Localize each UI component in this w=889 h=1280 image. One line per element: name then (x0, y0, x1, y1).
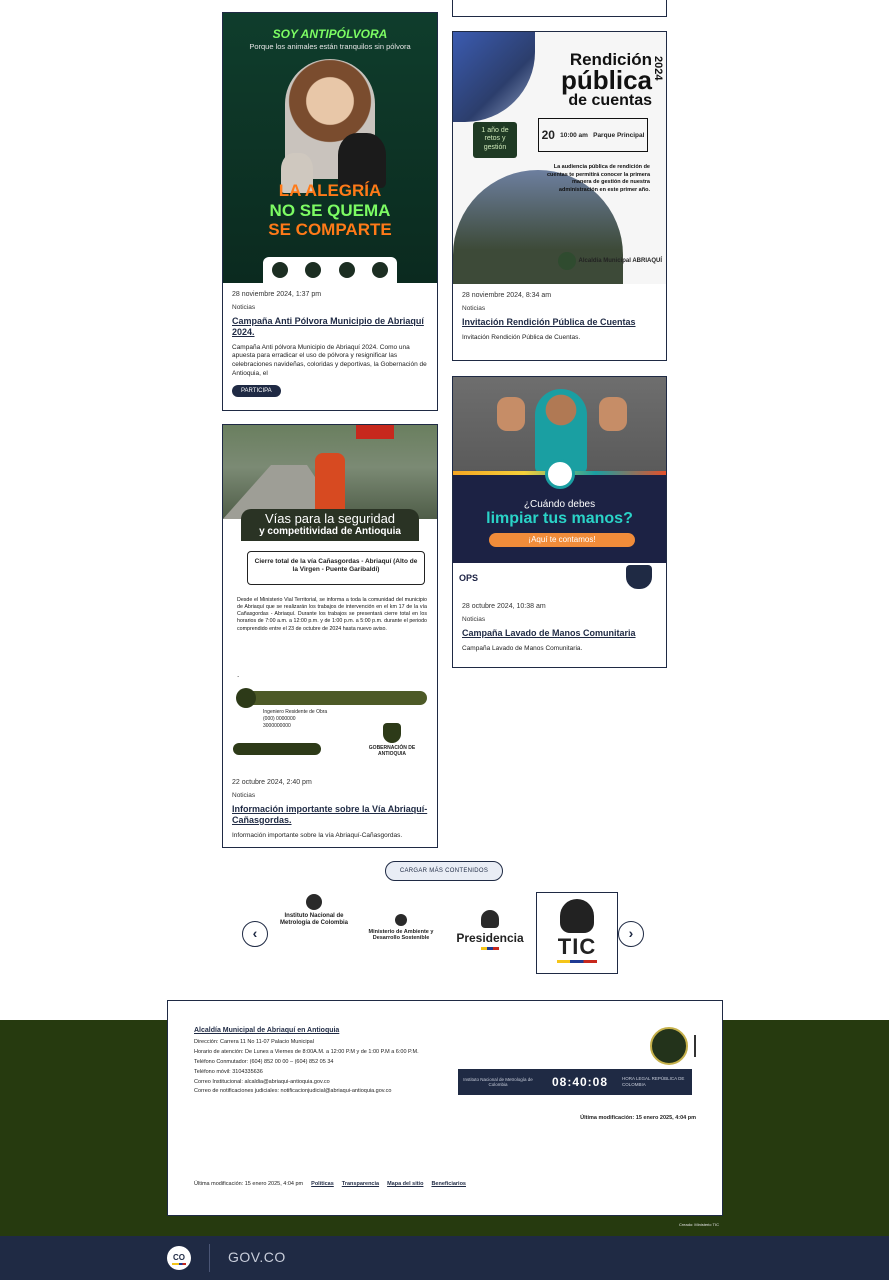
footer-title[interactable]: Alcaldía Municipal de Abriaquí en Antioq… (194, 1027, 696, 1034)
phone-icon (236, 688, 427, 708)
ops-logo: OPS (459, 573, 479, 583)
footer-link-politicas[interactable]: Políticas (311, 1181, 334, 1187)
news-category: Noticias (232, 792, 256, 799)
logo-inm[interactable]: Instituto Nacional de Metrología de Colo… (272, 894, 356, 927)
news-card-partial (452, 0, 667, 17)
people-photo (453, 32, 535, 122)
contact-info: Ingeniero Residente de Obra (000) 000000… (263, 709, 328, 729)
image-banner: Vías para la seguridad y competitividad … (241, 509, 419, 541)
news-date: 28 noviembre 2024, 8:34 am (462, 292, 552, 299)
logo-presidencia[interactable]: Presidencia (450, 910, 530, 950)
chevron-right-icon[interactable]: › (618, 921, 644, 947)
sponsor-logos (263, 257, 397, 283)
image-paragraph: Desde el Ministerio Vial Territorial, se… (237, 597, 427, 632)
chevron-left-icon[interactable]: ‹ (242, 921, 268, 947)
warning-sign (356, 425, 394, 439)
footer-link-beneficiarios[interactable]: Beneficiarios (431, 1181, 466, 1187)
news-date: 28 noviembre 2024, 1:37 pm (232, 291, 322, 298)
image-year: 2024 (652, 56, 664, 81)
municipal-seal: Alcaldía Municipal ABRIAQUÍ (557, 252, 662, 270)
footer-links: Última modificación: 15 enero 2025, 4:04… (194, 1181, 466, 1187)
social-icons (233, 743, 321, 755)
news-card-image[interactable]: Vías para la seguridad y competitividad … (223, 425, 437, 771)
news-card-image[interactable]: Rendición pública de cuentas 2024 1 año … (453, 32, 666, 284)
news-card-image[interactable]: SOY ANTIPÓLVORA Porque los animales está… (223, 13, 437, 283)
image-blurb: La audiencia pública de rendición de cue… (546, 164, 650, 194)
news-title-link[interactable]: Campaña Anti Pólvora Municipio de Abriaq… (232, 316, 428, 338)
image-headline: limpiar tus manos? (486, 510, 633, 527)
image-slogan: LA ALEGRÍA NO SE QUEMA SE COMPARTE (268, 181, 392, 240)
partner-logos-carousel: ‹ Instituto Nacional de Metrología de Co… (242, 890, 648, 976)
image-question: ¿Cuándo debes (523, 499, 596, 510)
news-title-link[interactable]: Campaña Lavado de Manos Comunitaria (462, 628, 657, 639)
news-title-link[interactable]: Información importante sobre la Vía Abri… (232, 804, 428, 826)
news-excerpt: Invitación Rendición Pública de Cuentas. (462, 333, 581, 341)
dog-photo (338, 133, 386, 188)
participa-button[interactable]: PARTICIPA (232, 384, 281, 397)
load-more-button[interactable]: CARGAR MÁS CONTENIDOS (385, 861, 503, 881)
news-card-image[interactable]: ¿Cuándo debes limpiar tus manos? ¡Aquí t… (453, 377, 666, 595)
campaign-emblem-icon (545, 459, 575, 489)
shield-icon (626, 565, 652, 589)
co-logo[interactable]: CO (167, 1246, 191, 1270)
gov-bar: CO GOV.CO (0, 1236, 889, 1280)
news-excerpt: Campaña Anti pólvora Municipio de Abriaq… (232, 343, 427, 377)
legal-time-clock[interactable]: Instituto Nacional de Metrología de Colo… (458, 1069, 692, 1095)
news-title-link[interactable]: Invitación Rendición Pública de Cuentas (462, 317, 657, 328)
news-category: Noticias (462, 305, 486, 312)
footer-info: Alcaldía Municipal de Abriaquí en Antioq… (167, 1000, 723, 1216)
image-cta: ¡Aquí te contamos! (489, 533, 635, 547)
news-excerpt: Campaña Lavado de Manos Comunitaria. (462, 644, 583, 652)
news-card[interactable]: Vías para la seguridad y competitividad … (222, 424, 438, 848)
news-card[interactable]: ¿Cuándo debes limpiar tus manos? ¡Aquí t… (452, 376, 667, 668)
news-category: Noticias (462, 616, 486, 623)
hand-photo (497, 397, 525, 431)
gov-co-logo[interactable]: GOV.CO (228, 1249, 286, 1265)
event-details: 20 10:00 am Parque Principal (538, 118, 648, 152)
news-date: 22 octubre 2024, 2:40 pm (232, 779, 312, 786)
municipal-seal-icon (650, 1027, 688, 1065)
last-modified: Última modificación: 15 enero 2025, 4:04… (580, 1115, 696, 1121)
clock-time: 08:40:08 (551, 1075, 609, 1089)
route-box: Cierre total de la vía Cañasgordas - Abr… (247, 551, 425, 585)
news-category: Noticias (232, 304, 256, 311)
logo-tic[interactable]: TIC (536, 892, 618, 974)
page: SOY ANTIPÓLVORA Porque los animales está… (0, 0, 889, 1280)
news-card[interactable]: SOY ANTIPÓLVORA Porque los animales está… (222, 12, 438, 411)
gobernacion-logo: GOBERNACIÓN DE ANTIOQUIA (361, 723, 423, 757)
last-modified: Última modificación: 15 enero 2025, 4:04… (194, 1181, 304, 1187)
logo-minambiente[interactable]: Ministerio de Ambiente y Desarrollo Sost… (366, 914, 436, 941)
news-excerpt: Información importante sobre la vía Abri… (232, 831, 403, 839)
footer-link-mapa[interactable]: Mapa del sitio (387, 1181, 423, 1187)
news-date: 28 octubre 2024, 10:38 am (462, 603, 546, 610)
worker-photo (315, 453, 345, 517)
image-badge: 1 año de retos y gestión (473, 122, 517, 158)
hand-photo (599, 397, 627, 431)
footer-credit: Creado: Ministerio TIC (679, 1222, 719, 1227)
footer-link-transparencia[interactable]: Transparencia (342, 1181, 379, 1187)
image-subline: Porque los animales están tranquilos sin… (249, 42, 411, 51)
news-card[interactable]: Rendición pública de cuentas 2024 1 año … (452, 31, 667, 361)
image-headline: SOY ANTIPÓLVORA (272, 27, 388, 41)
image-headline: Rendición pública de cuentas (560, 50, 652, 109)
